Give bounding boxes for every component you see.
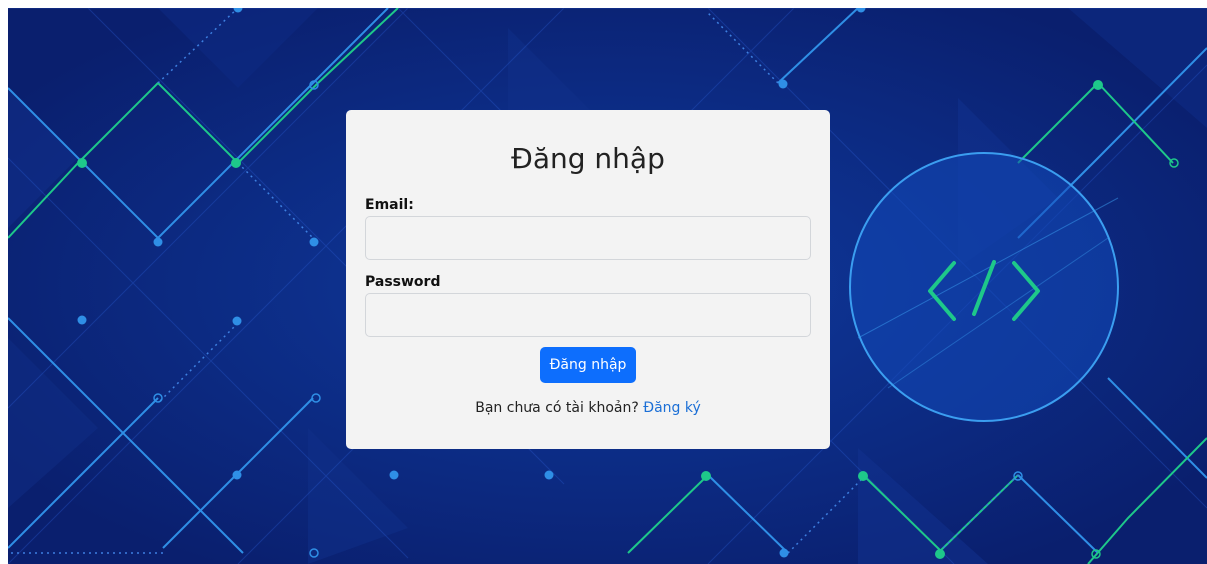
login-page-background: Đăng nhập Email: Password Đăng nhập Bạn … (8, 8, 1207, 564)
register-prompt-line: Bạn chưa có tài khoản? Đăng ký (365, 399, 811, 417)
register-link[interactable]: Đăng ký (643, 400, 701, 416)
submit-row: Đăng nhập (365, 347, 811, 383)
register-prompt-text: Bạn chưa có tài khoản? (475, 400, 639, 416)
password-field[interactable] (365, 293, 811, 337)
email-label: Email: (365, 197, 414, 213)
password-label: Password (365, 274, 441, 290)
login-title: Đăng nhập (511, 142, 665, 175)
code-brackets-icon (849, 152, 1119, 422)
email-field[interactable] (365, 216, 811, 260)
login-button[interactable]: Đăng nhập (539, 347, 637, 383)
login-card: Đăng nhập Email: Password Đăng nhập Bạn … (346, 110, 830, 449)
